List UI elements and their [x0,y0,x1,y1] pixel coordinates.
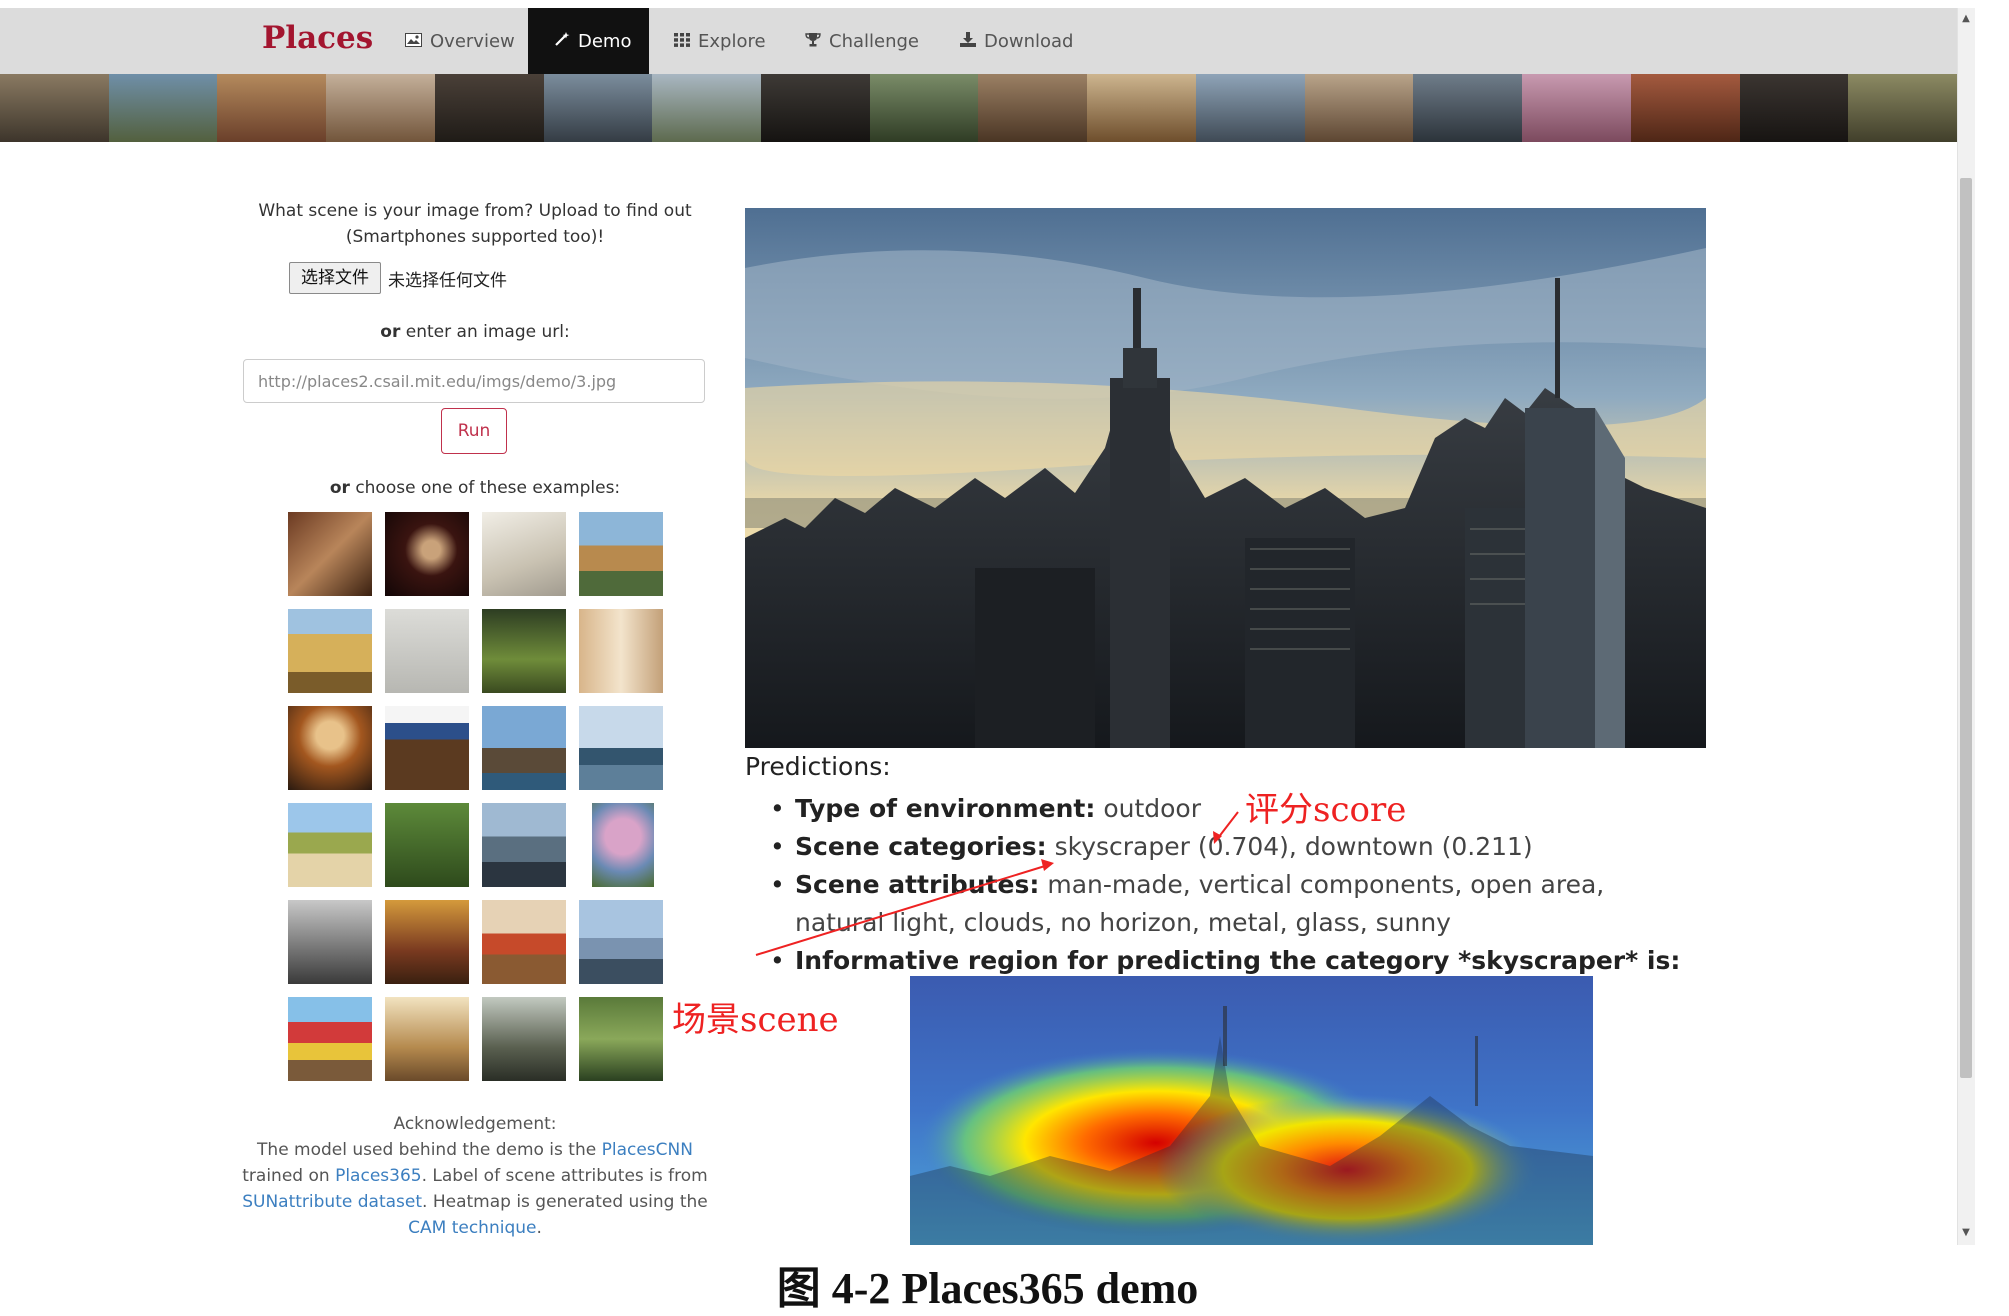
scene-arrow [755,865,1046,956]
scene-arrow-head [1041,859,1054,871]
figure-caption: 图 4-2 Places365 demo [776,1264,1199,1313]
score-arrow [1217,811,1239,839]
annotation-arrows [755,811,1239,956]
browser-page: Places Overview Demo Explore Challenge D… [0,8,1975,1245]
